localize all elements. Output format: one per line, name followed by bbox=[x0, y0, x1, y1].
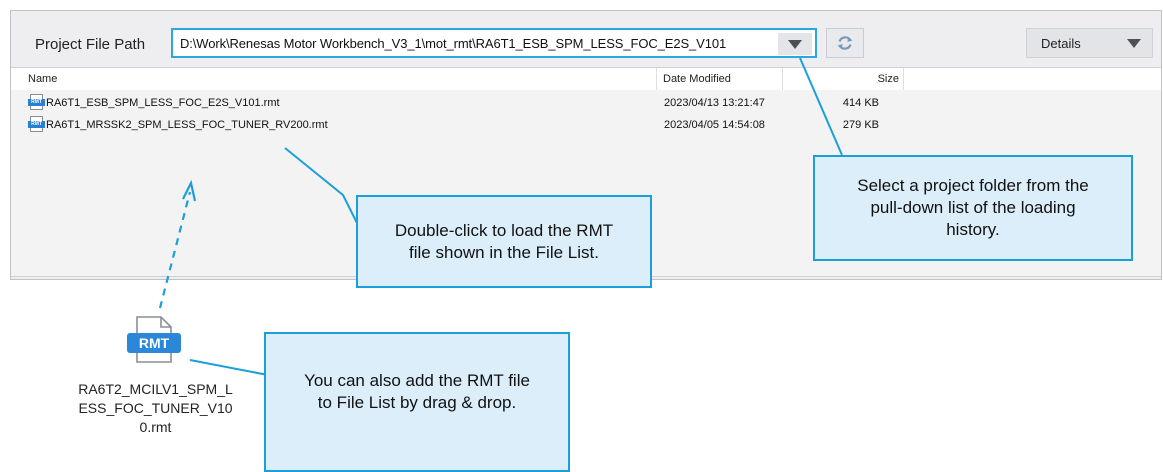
rmt-file-icon[interactable]: RMT bbox=[125, 315, 183, 365]
dropped-file-name: RA6T2_MCILV1_SPM_LESS_FOC_TUNER_V100.rmt bbox=[78, 381, 233, 435]
callout-double-click: Double-click to load the RMT file shown … bbox=[356, 195, 652, 288]
callout-select-folder: Select a project folder from the pull-do… bbox=[813, 155, 1133, 261]
svg-text:RMT: RMT bbox=[139, 335, 170, 351]
callout-drag-drop: You can also add the RMT file to File Li… bbox=[264, 332, 570, 472]
